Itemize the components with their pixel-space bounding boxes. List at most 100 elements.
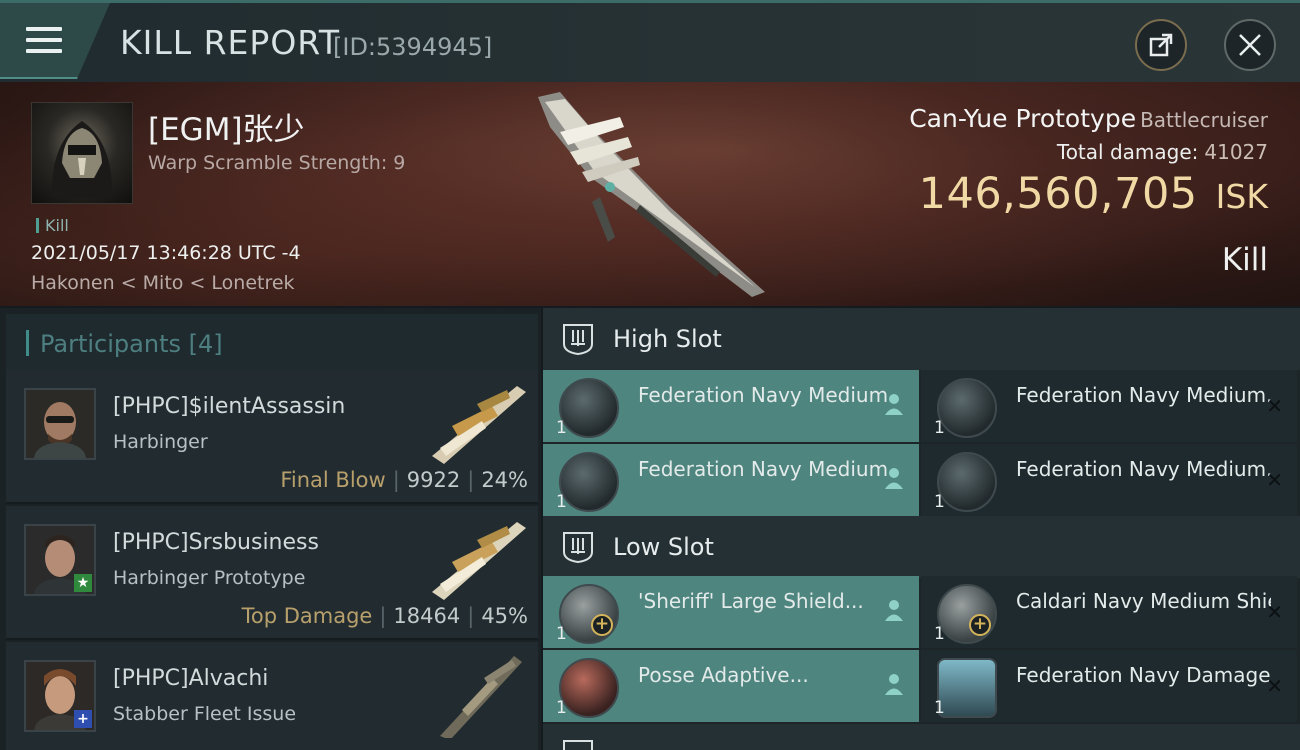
module-name: Federation Navy Medium... [638,457,893,481]
mid-slot-icon [563,740,593,750]
participant-ship-image[interactable] [422,648,532,738]
high-slot-title: High Slot [613,325,722,353]
participant-ship: Stabber Fleet Issue [113,703,297,725]
kill-tag: Kill [36,216,69,235]
person-icon [885,674,903,695]
participant-name: [PHPC]Srsbusiness [113,530,319,555]
module-quantity: 1 [934,624,945,644]
module-name: Caldari Navy Medium Shield ... [1016,589,1271,613]
low-slot-icon [563,532,593,564]
pilot-avatar-icon [26,390,94,458]
high-slot-header: High Slot [543,308,1300,370]
module-item[interactable]: 1 Federation Navy Damage... ✕ [921,650,1297,722]
participant-row[interactable]: + [PHPC]Alvachi Stabber Fleet Issue [6,642,538,750]
module-item[interactable]: 1 Federation Navy Medium... [543,444,919,516]
low-slot-title: Low Slot [613,533,714,561]
close-button[interactable] [1224,19,1276,71]
module-quantity: 1 [934,698,945,718]
victim-ship-name: Can-Yue Prototype [909,104,1137,133]
module-item[interactable]: 1 Federation Navy Medium... ✕ [921,444,1297,516]
isk-value: 146,560,705 [918,169,1198,219]
participant-portrait[interactable]: + [24,660,96,732]
total-damage-label: Total damage: [1056,140,1199,164]
turret-module-icon [559,378,619,438]
kill-location: Hakonen < Mito < Lonetrek [31,272,295,294]
module-name: Federation Navy Damage... [1016,663,1271,687]
destroyed-x-icon: ✕ [1266,468,1283,492]
stats-separator: | [467,604,475,628]
menu-tab[interactable] [0,3,110,79]
hamburger-icon[interactable] [26,27,62,55]
victim-portrait[interactable] [31,102,133,204]
shield-module-icon [937,584,997,644]
plus-icon: + [591,614,613,636]
destroyed-x-icon: ✕ [1266,600,1283,624]
participant-stats: Top Damage | 18464 | 45% [242,604,528,628]
fitting-panel: High Slot 1 Federation Navy Medium... 1 … [543,308,1300,750]
module-name: Posse Adaptive... [638,663,809,687]
person-icon [885,468,903,489]
victim-pilot-name[interactable]: [EGM]张少 [148,104,305,149]
plus-badge-icon: + [74,710,92,728]
report-id: [ID:5394945] [333,33,493,61]
damage-control-module-icon [937,658,997,718]
module-item[interactable]: 1 Federation Navy Medium... ✕ [921,370,1297,442]
turret-module-icon [937,452,997,512]
participant-damage: 18464 [393,604,461,628]
participant-name: [PHPC]$ilentAssassin [113,394,346,419]
participant-role: Top Damage [241,604,373,628]
victim-ship-class: Battlecruiser [1140,108,1268,132]
close-icon [1239,34,1261,56]
total-damage: Total damage: 41027 [1057,140,1268,164]
isk-unit: ISK [1215,177,1268,216]
isk-value-row: 146,560,705 ISK [919,169,1268,219]
kill-result: Kill [1221,242,1268,278]
low-slot-header: Low Slot [543,516,1300,578]
module-name: Federation Navy Medium... [1016,383,1271,407]
module-quantity: 1 [556,698,567,718]
share-button[interactable] [1135,19,1187,71]
participant-name: [PHPC]Alvachi [113,666,269,691]
participant-ship-image[interactable] [422,376,532,466]
module-item[interactable]: 1 Posse Adaptive... [543,650,919,722]
participant-ship: Harbinger Prototype [113,567,306,589]
mid-slot-header [543,724,1300,750]
header-bar: KILL REPORT [ID:5394945] [0,0,1300,82]
participants-title: Participants [4] [40,330,223,358]
share-icon [1149,33,1173,57]
module-name: 'Sheriff' Large Shield... [638,589,864,613]
destroyed-x-icon: ✕ [1266,674,1283,698]
star-badge-icon: ★ [74,574,92,592]
module-quantity: 1 [556,492,567,512]
participants-header: Participants [4] [6,314,538,372]
warp-scramble-strength: Warp Scramble Strength: 9 [148,152,406,174]
module-quantity: 1 [556,418,567,438]
module-quantity: 1 [934,418,945,438]
victim-banner: [EGM]张少 Warp Scramble Strength: 9 Kill 2… [0,82,1300,306]
participant-stats: Final Blow | 9922 | 24% [280,468,528,492]
module-item[interactable]: + 1 'Sheriff' Large Shield... [543,576,919,648]
stats-separator: | [467,468,475,492]
stats-separator: | [379,604,387,628]
stats-separator: | [392,468,400,492]
participant-portrait[interactable] [24,388,96,460]
participant-portrait[interactable]: ★ [24,524,96,596]
module-item[interactable]: + 1 Caldari Navy Medium Shield ... ✕ [921,576,1297,648]
module-item[interactable]: 1 Federation Navy Medium... [543,370,919,442]
participant-row[interactable]: [PHPC]$ilentAssassin Harbinger Final Blo… [6,370,538,504]
participants-label: Participants [40,330,181,358]
participant-damage: 9922 [406,468,461,492]
victim-ship-image[interactable] [520,87,780,302]
participant-ship-image[interactable] [422,512,532,602]
module-name: Federation Navy Medium... [638,383,893,407]
module-quantity: 1 [556,624,567,644]
section-accent-bar [26,330,29,356]
module-name: Federation Navy Medium... [1016,457,1271,481]
turret-module-icon [559,452,619,512]
person-icon [885,394,903,415]
destroyed-x-icon: ✕ [1266,394,1283,418]
participant-row[interactable]: ★ [PHPC]Srsbusiness Harbinger Prototype … [6,506,538,640]
victim-ship[interactable]: Can-Yue Prototype Battlecruiser [909,104,1268,133]
shield-module-icon [559,584,619,644]
person-icon [885,600,903,621]
